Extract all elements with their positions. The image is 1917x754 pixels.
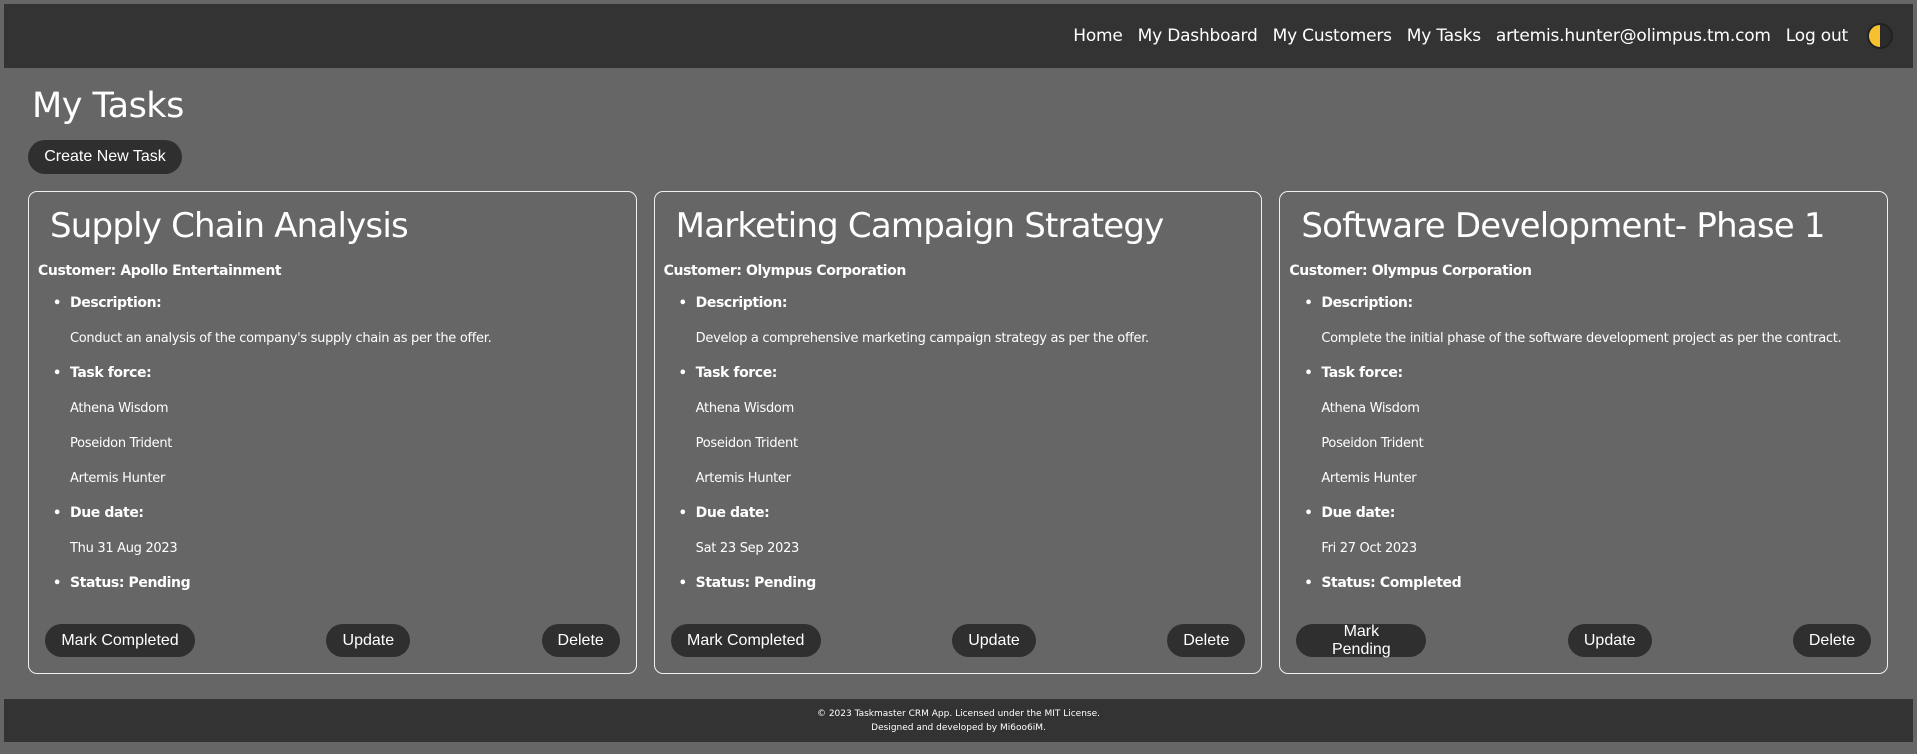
mark-status-button[interactable]: Mark Completed [45, 624, 195, 657]
task-force-label: Task force: [1302, 356, 1878, 391]
description-label: Description: [51, 286, 627, 321]
task-cards: Supply Chain Analysis Customer: Apollo E… [28, 191, 1889, 674]
task-details: Description: Develop a comprehensive mar… [664, 286, 1253, 601]
task-title: Supply Chain Analysis [50, 206, 409, 246]
nav-links: Home My Dashboard My Customers My Tasks … [1073, 23, 1893, 49]
task-force-member: Poseidon Trident [70, 436, 173, 451]
task-force-member: Artemis Hunter [1321, 471, 1417, 486]
footer-credits: Designed and developed by Mi6oo6iM. [871, 723, 1046, 733]
task-force-label: Task force: [51, 356, 627, 391]
task-force-member: Athena Wisdom [695, 401, 795, 416]
task-card: Marketing Campaign Strategy Customer: Ol… [653, 191, 1263, 674]
task-title: Software Development- Phase 1 [1301, 206, 1825, 246]
status-label: Status: Pending [51, 566, 627, 601]
footer: © 2023 Taskmaster CRM App. Licensed unde… [4, 699, 1913, 742]
task-customer: Customer: Olympus Corporation [1289, 263, 1532, 279]
due-date-label: Due date: [677, 496, 1253, 531]
mark-status-button[interactable]: Mark Pending [1296, 623, 1427, 658]
page-title: My Tasks [32, 86, 184, 126]
task-details: Description: Conduct an analysis of the … [38, 286, 627, 601]
nav-link-tasks[interactable]: My Tasks [1407, 26, 1481, 46]
update-button[interactable]: Update [326, 624, 411, 657]
task-card: Supply Chain Analysis Customer: Apollo E… [28, 191, 637, 674]
task-customer: Customer: Apollo Entertainment [38, 263, 282, 279]
create-task-button[interactable]: Create New Task [28, 140, 182, 174]
description-text: Conduct an analysis of the company's sup… [70, 331, 492, 346]
task-actions: Mark Pending Update Delete [1296, 623, 1871, 658]
task-force-member: Athena Wisdom [1321, 401, 1420, 416]
due-date-label: Due date: [51, 496, 627, 531]
navbar: Home My Dashboard My Customers My Tasks … [4, 4, 1913, 68]
delete-button[interactable]: Delete [1167, 624, 1246, 657]
task-force-member: Artemis Hunter [695, 471, 791, 486]
description-text: Complete the initial phase of the softwa… [1321, 331, 1842, 346]
task-title: Marketing Campaign Strategy [675, 206, 1165, 246]
due-date-value: Thu 31 Aug 2023 [70, 541, 178, 556]
delete-button[interactable]: Delete [1793, 624, 1871, 657]
task-details: Description: Complete the initial phase … [1289, 286, 1878, 601]
task-actions: Mark Completed Update Delete [670, 624, 1246, 657]
due-date-value: Fri 27 Oct 2023 [1321, 541, 1417, 556]
due-date-value: Sat 23 Sep 2023 [695, 541, 800, 556]
description-text: Develop a comprehensive marketing campai… [695, 331, 1150, 346]
nav-link-user-email[interactable]: artemis.hunter@olimpus.tm.com [1496, 26, 1771, 46]
description-label: Description: [677, 286, 1253, 321]
task-force-member: Artemis Hunter [70, 471, 166, 486]
task-force-member: Poseidon Trident [695, 436, 798, 451]
status-label: Status: Completed [1302, 566, 1878, 601]
mark-status-button[interactable]: Mark Completed [670, 624, 821, 657]
task-force-label: Task force: [677, 356, 1253, 391]
nav-link-home[interactable]: Home [1073, 26, 1123, 46]
theme-toggle-icon[interactable] [1867, 23, 1893, 49]
nav-link-customers[interactable]: My Customers [1273, 26, 1392, 46]
task-card: Software Development- Phase 1 Customer: … [1279, 191, 1889, 674]
delete-button[interactable]: Delete [541, 624, 620, 657]
footer-copyright: © 2023 Taskmaster CRM App. Licensed unde… [816, 709, 1101, 719]
update-button[interactable]: Update [1567, 624, 1652, 657]
task-force-member: Athena Wisdom [70, 401, 169, 416]
nav-link-logout[interactable]: Log out [1786, 26, 1848, 46]
task-actions: Mark Completed Update Delete [45, 624, 620, 657]
task-force-member: Poseidon Trident [1321, 436, 1424, 451]
due-date-label: Due date: [1302, 496, 1878, 531]
task-customer: Customer: Olympus Corporation [663, 263, 907, 279]
status-label: Status: Pending [677, 566, 1253, 601]
description-label: Description: [1302, 286, 1878, 321]
update-button[interactable]: Update [952, 624, 1036, 657]
nav-link-dashboard[interactable]: My Dashboard [1138, 26, 1258, 46]
page: Home My Dashboard My Customers My Tasks … [0, 0, 1917, 754]
